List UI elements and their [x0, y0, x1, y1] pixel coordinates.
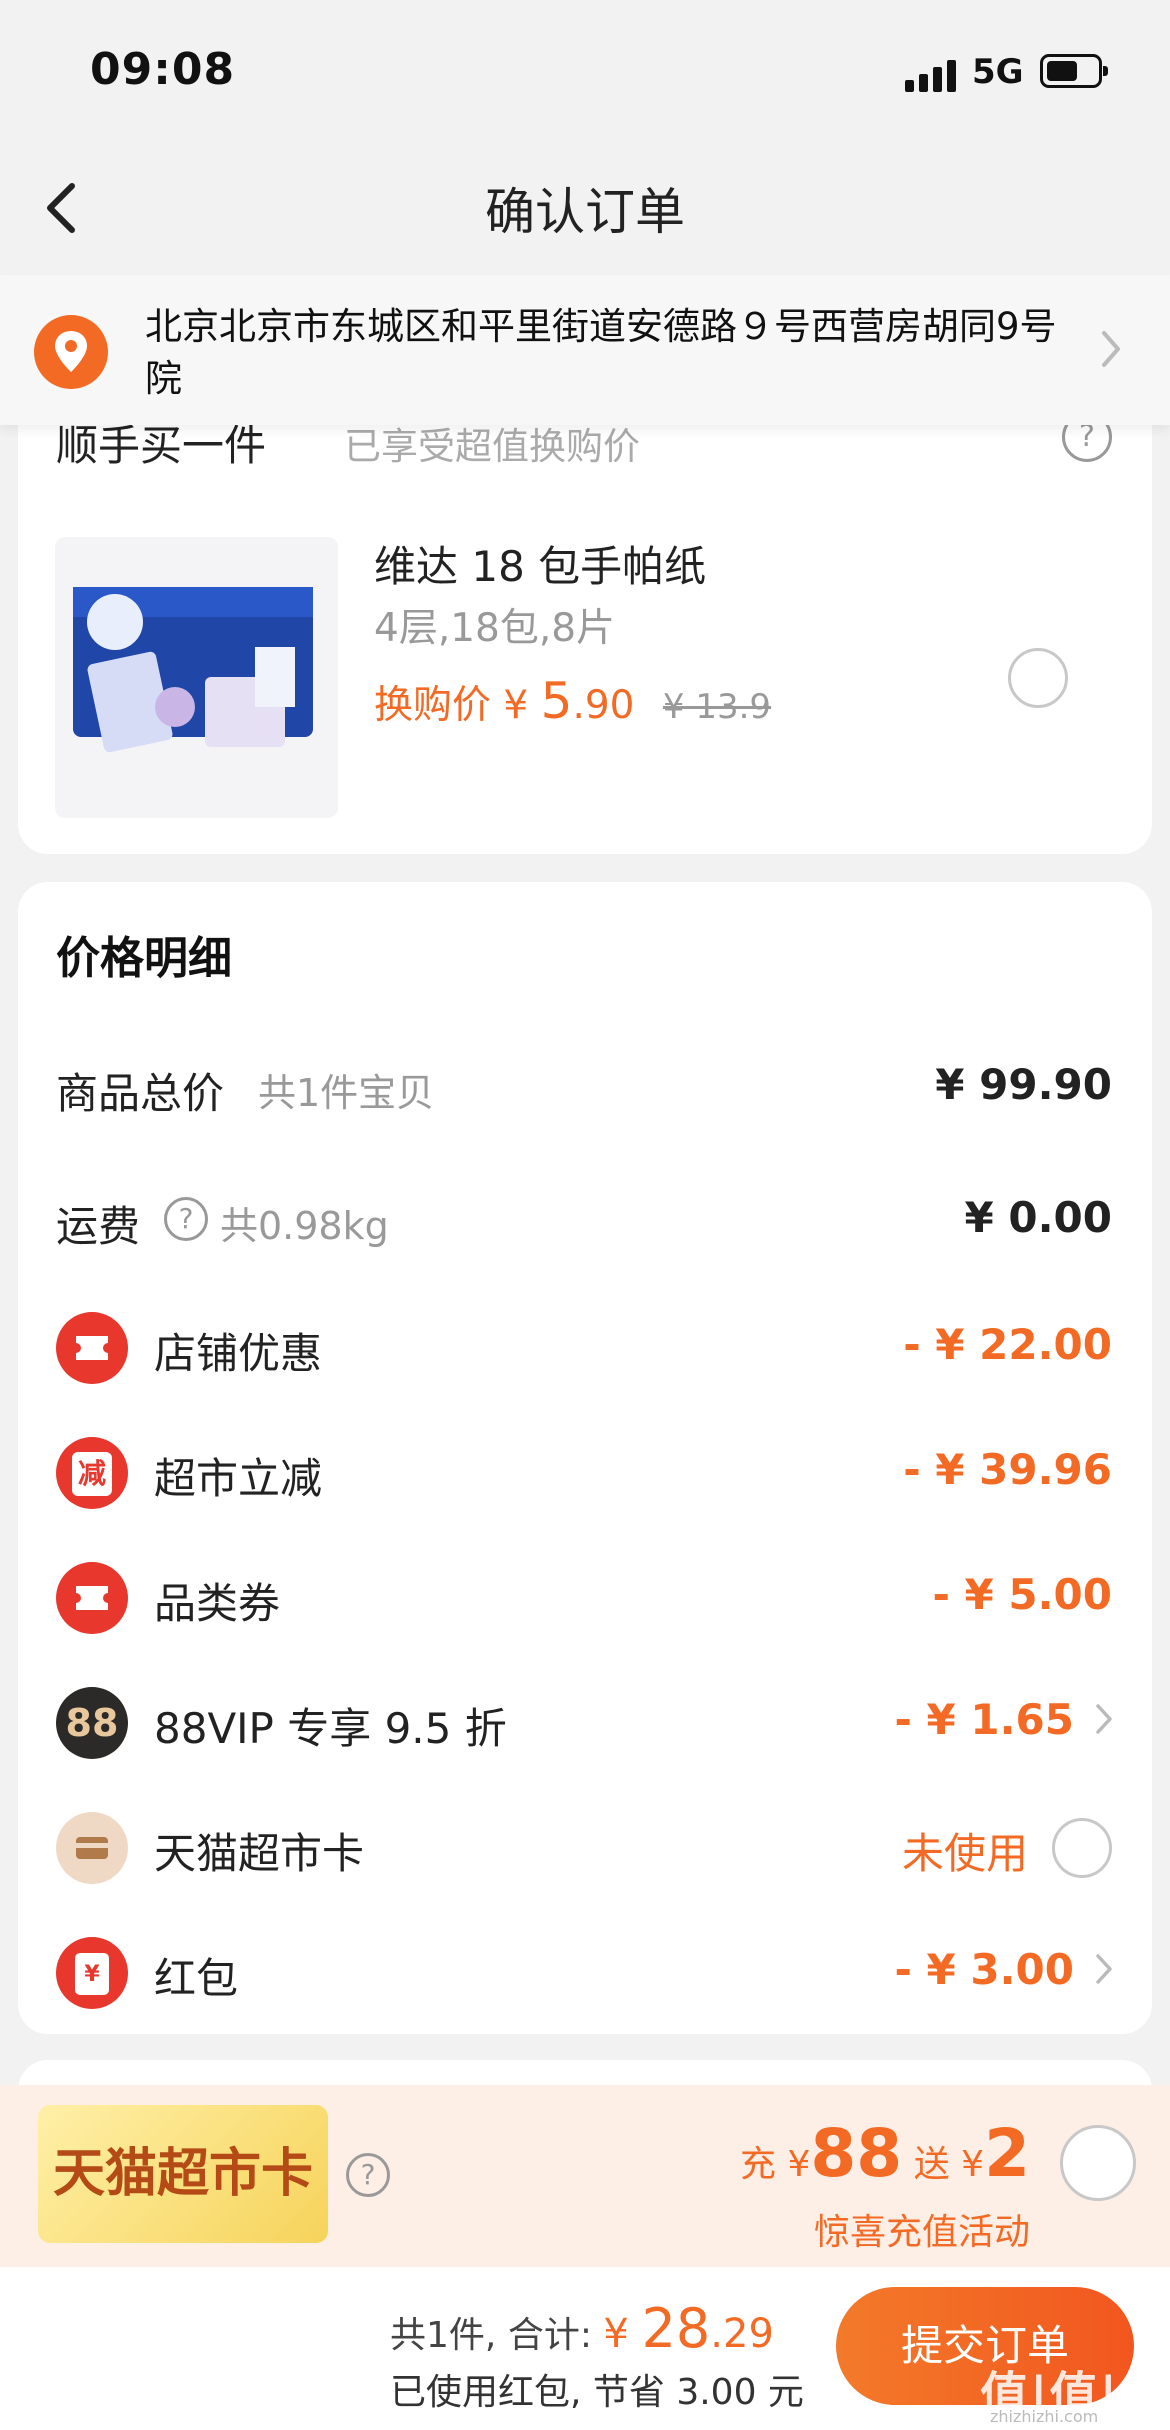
- network-type: 5G: [972, 52, 1024, 92]
- red-packet-icon: ¥: [56, 1937, 128, 2009]
- address-text: 北京北京市东城区和平里街道安德路９号西营房胡同9号院: [145, 305, 1057, 400]
- discount-label: 品类券: [154, 1579, 281, 1628]
- reduce-icon-text: 减: [72, 1451, 112, 1496]
- discount-label: 天猫超市卡: [154, 1829, 365, 1878]
- red-packet-icon-text: ¥: [75, 1952, 109, 1995]
- discount-label: 红包: [154, 1954, 239, 2003]
- chevron-right-icon[interactable]: [1094, 1952, 1114, 1986]
- shipping-label: 运费: [56, 1202, 141, 1251]
- ticket-icon: [56, 1312, 128, 1384]
- supermarket-card-badge: 天猫超市卡: [38, 2105, 328, 2243]
- chevron-right-icon[interactable]: [1094, 1702, 1114, 1736]
- charge-amount: 88: [810, 2115, 903, 2192]
- order-total: 共1件, 合计: ¥ 28.29: [390, 2297, 774, 2360]
- card-icon: [56, 1812, 128, 1884]
- recharge-select-radio[interactable]: [1060, 2125, 1136, 2201]
- total-dec: .29: [710, 2311, 774, 2357]
- status-time: 09:08: [90, 44, 236, 95]
- location-pin-icon: [34, 315, 108, 389]
- help-icon[interactable]: ?: [164, 1197, 208, 1241]
- charge-text: 充: [740, 2144, 777, 2185]
- addon-select-radio[interactable]: [1008, 648, 1068, 708]
- goods-total-value: ¥ 99.90: [935, 1060, 1112, 1109]
- watermark-url: zhizhizhi.com: [990, 2407, 1099, 2426]
- signal-icon: [905, 58, 957, 92]
- address-bar[interactable]: 北京北京市东城区和平里街道安德路９号西营房胡同9号院: [0, 275, 1170, 425]
- item-count: 共1件,: [390, 2315, 497, 2356]
- shipping-weight-note: 共0.98kg: [220, 1204, 389, 1248]
- goods-total-label: 商品总价: [56, 1069, 225, 1118]
- price-dec: .90: [572, 683, 635, 728]
- price-detail-title: 价格明细: [56, 933, 232, 984]
- discount-value: - ¥ 39.96: [903, 1445, 1112, 1494]
- vip-88-icon: 88: [56, 1687, 128, 1759]
- page-title: 确认订单: [485, 183, 685, 241]
- price-currency: ¥: [503, 683, 529, 728]
- total-int: 28: [641, 2297, 711, 2360]
- discount-label: 88VIP 专享 9.5 折: [154, 1704, 507, 1753]
- discount-value: - ¥ 22.00: [903, 1320, 1112, 1369]
- charge-currency: ¥: [787, 2144, 811, 2185]
- chevron-right-icon: [1102, 331, 1120, 367]
- original-price: ¥ 13.9: [662, 687, 772, 727]
- supermarket-card-radio[interactable]: [1052, 1818, 1112, 1878]
- price-int: 5: [540, 672, 573, 730]
- total-currency: ¥: [603, 2311, 629, 2357]
- give-currency: ¥: [961, 2144, 985, 2185]
- total-label: 合计:: [507, 2315, 592, 2356]
- give-amount: 2: [984, 2115, 1030, 2192]
- recharge-promo-banner[interactable]: 天猫超市卡 ? 充 ¥88 送 ¥2 惊喜充值活动: [0, 2085, 1170, 2267]
- product-image[interactable]: [55, 537, 338, 818]
- product-spec: 4层,18包,8片: [374, 606, 616, 651]
- discount-label: 店铺优惠: [154, 1329, 323, 1378]
- battery-icon: [1040, 54, 1108, 88]
- product-price: 换购价 ¥ 5.90 ¥ 13.9: [374, 672, 771, 730]
- price-label: 换购价: [374, 683, 492, 728]
- reduce-icon: 减: [56, 1437, 128, 1509]
- recharge-offer: 充 ¥88 送 ¥2: [740, 2115, 1030, 2192]
- ticket-icon: [56, 1562, 128, 1634]
- checkout-bar: 共1件, 合计: ¥ 28.29 已使用红包, 节省 3.00 元 提交订单 值…: [0, 2267, 1170, 2430]
- goods-count-note: 共1件宝贝: [258, 1071, 435, 1115]
- help-icon[interactable]: ?: [346, 2153, 390, 2197]
- product-name[interactable]: 维达 18 包手帕纸: [374, 533, 706, 594]
- discount-value: 未使用: [901, 1829, 1028, 1878]
- give-text: 送: [913, 2144, 950, 2185]
- total-price: ¥ 28.29: [603, 2297, 774, 2360]
- saved-note: 已使用红包, 节省 3.00 元: [390, 2372, 804, 2413]
- discount-value[interactable]: - ¥ 1.65: [894, 1695, 1074, 1744]
- discount-value: - ¥ 5.00: [932, 1570, 1112, 1619]
- discount-label: 超市立减: [154, 1454, 323, 1503]
- shipping-value: ¥ 0.00: [964, 1193, 1112, 1242]
- recharge-subtitle: 惊喜充值活动: [813, 2212, 1030, 2253]
- discount-value[interactable]: - ¥ 3.00: [894, 1945, 1074, 1994]
